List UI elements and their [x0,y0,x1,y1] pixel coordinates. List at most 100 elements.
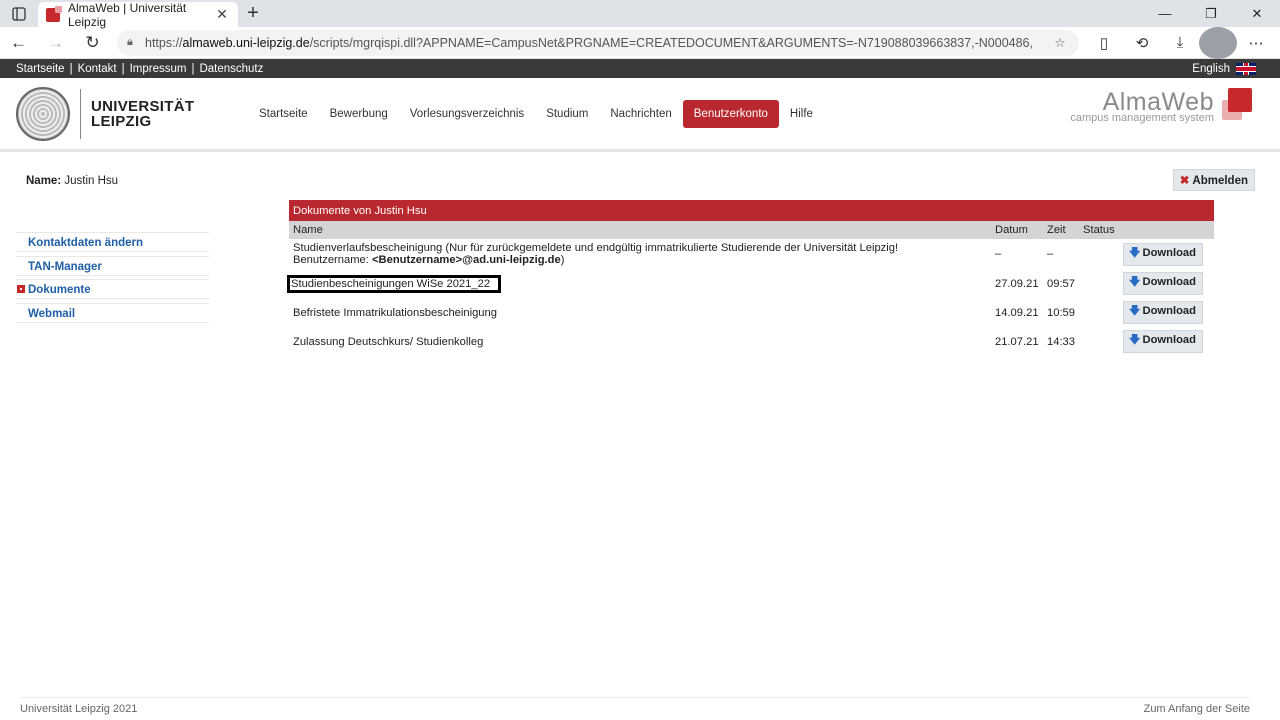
nav-hilfe[interactable]: Hilfe [779,100,824,128]
doc-status [1079,327,1119,356]
name-label: Name: [26,175,62,187]
doc-time: 10:59 [1047,306,1075,319]
sidebar-item-tan-manager[interactable]: TAN-Manager [16,255,209,276]
doc-name: Zulassung Deutschkurs/ Studienkolleg [293,335,484,348]
logo-divider [80,88,81,139]
download-arrow-icon: 🡇 [1129,305,1141,317]
separator: | [121,62,125,75]
doc-date: 21.07.21 [995,335,1039,348]
table-row: Befristete Immatrikulationsbescheinigung… [289,298,1214,327]
nav-benutzerkonto[interactable]: Benutzerkonto [682,99,779,128]
nav-startseite[interactable]: Startseite [248,100,319,128]
link-impressum[interactable]: Impressum [130,63,187,75]
downloads-icon[interactable]: ⤓ [1161,27,1199,59]
logout-label: Abmelden [1192,175,1248,187]
download-button[interactable]: 🡇 Download [1123,301,1203,324]
col-datum: Datum [991,221,1043,239]
download-button[interactable]: 🡇 Download [1123,272,1203,295]
profile-icon[interactable] [1199,26,1237,59]
sidebar-item-webmail[interactable]: Webmail [16,302,209,323]
doc-name-line2-suffix: ) [560,254,565,266]
minimize-icon[interactable]: — [1142,0,1188,27]
toolbar-icons: ▯ ⟲ ⤓ ⋯ [1085,26,1275,59]
doc-date: – [995,248,1002,260]
doc-action: 🡇 Download [1119,269,1214,298]
university-seal-icon [16,86,70,141]
download-label: Download [1142,305,1196,317]
doc-name: Befristete Immatrikulationsbescheinigung [293,306,497,319]
new-tab-button[interactable]: + [238,0,268,27]
table-row: Studienverlaufsbescheinigung (Nur für zu… [289,239,1214,269]
restore-icon[interactable]: ❐ [1188,0,1234,27]
url-path: /scripts/mgrqispi.dll?APPNAME=CampusNet&… [309,35,1033,50]
browser-tabbar: AlmaWeb | Universität Leipzig ✕ + — ❐ ✕ [0,0,1280,29]
history-icon[interactable]: ⟲ [1123,27,1161,59]
footer-copyright: Universität Leipzig 2021 [20,703,138,715]
logout-button[interactable]: ✖ Abmelden [1172,169,1255,191]
back-icon[interactable]: ← [0,27,37,59]
doc-name: Studienbescheinigungen WiSe 2021_22 [287,269,991,298]
nav-bewerbung[interactable]: Bewerbung [319,100,399,128]
doc-status [1079,298,1119,327]
col-status: Status [1079,221,1119,239]
doc-status [1079,239,1119,269]
almaweb-square-red-icon [1228,88,1252,112]
address-bar[interactable]: 🔒︎ https://almaweb.uni-leipzig.de/script… [117,29,1079,56]
doc-date: 27.09.21 [995,277,1039,290]
language-switch[interactable]: English [1192,62,1264,75]
table-row: Studienbescheinigungen WiSe 2021_22 27.0… [287,269,1214,298]
separator: | [69,62,73,75]
window-close-icon[interactable]: ✕ [1234,0,1280,27]
lock-icon[interactable]: 🔒︎ [127,36,145,49]
browser-tab-active[interactable]: AlmaWeb | Universität Leipzig ✕ [38,0,238,29]
almaweb-favicon-icon [46,5,62,22]
uk-flag-icon [1236,62,1256,75]
add-favorite-icon[interactable]: ☆ [1051,35,1069,50]
almaweb-logo: AlmaWeb campus management system [1070,88,1252,124]
site-header: UNIVERSITÄT LEIPZIG Startseite Bewerbung… [0,78,1280,152]
site-footer: Universität Leipzig 2021 Zum Anfang der … [20,697,1250,720]
user-name: Name: Justin Hsu [26,175,118,187]
download-button[interactable]: 🡇 Download [1123,242,1203,266]
reading-view-icon[interactable]: ▯ [1085,27,1123,59]
download-arrow-icon: 🡇 [1129,334,1141,346]
link-kontakt[interactable]: Kontakt [78,63,117,75]
doc-name-line2: Benutzername: <Benutzername>@ad.uni-leip… [293,254,987,266]
nav-studium[interactable]: Studium [535,100,599,128]
sidebar-item-kontaktdaten[interactable]: Kontaktdaten ändern [16,232,209,252]
meta-links: Startseite | Kontakt | Impressum | Datenschutz [16,63,263,75]
almaweb-tagline: campus management system [1070,112,1214,124]
download-arrow-icon: 🡇 [1129,276,1141,288]
forward-icon[interactable]: → [37,27,74,59]
doc-status [1079,269,1119,298]
documents-table: Dokumente von Justin Hsu Name Datum Zeit… [287,200,1214,356]
sidebar: Kontaktdaten ändern TAN-Manager Dokument… [16,232,209,326]
link-startseite[interactable]: Startseite [16,63,65,75]
reload-icon[interactable]: ↻ [74,27,111,59]
more-menu-icon[interactable]: ⋯ [1237,27,1275,59]
doc-time: 14:33 [1047,335,1075,348]
nav-vorlesungsverzeichnis[interactable]: Vorlesungsverzeichnis [399,100,535,128]
url-text[interactable]: https://almaweb.uni-leipzig.de/scripts/m… [145,36,1051,50]
download-button[interactable]: 🡇 Download [1123,330,1203,353]
doc-name-line1: Studienverlaufsbescheinigung (Nur für zu… [293,242,899,254]
doc-time: 09:57 [1047,277,1075,290]
separator: | [191,62,195,75]
tab-title: AlmaWeb | Universität Leipzig [68,0,187,29]
sidebar-item-dokumente[interactable]: Dokumente [16,279,209,299]
download-arrow-icon: 🡇 [1129,246,1141,259]
language-label: English [1192,62,1230,75]
back-to-top-link[interactable]: Zum Anfang der Seite [1144,703,1250,715]
site-top-strip: Startseite | Kontakt | Impressum | Datenschutz… [0,59,1280,78]
url-scheme: https:// [145,35,183,50]
tab-actions-icon[interactable] [0,0,38,27]
doc-date: 14.09.21 [995,306,1039,319]
link-datenschutz[interactable]: Datenschutz [199,63,263,75]
tab-close-icon[interactable]: ✕ [214,6,230,23]
university-logo[interactable]: UNIVERSITÄT LEIPZIG [16,86,248,141]
doc-action: 🡇 Download [1119,298,1214,327]
nav-nachrichten[interactable]: Nachrichten [599,100,682,128]
col-action [1119,221,1214,239]
download-label: Download [1142,334,1196,346]
col-zeit: Zeit [1043,221,1079,239]
